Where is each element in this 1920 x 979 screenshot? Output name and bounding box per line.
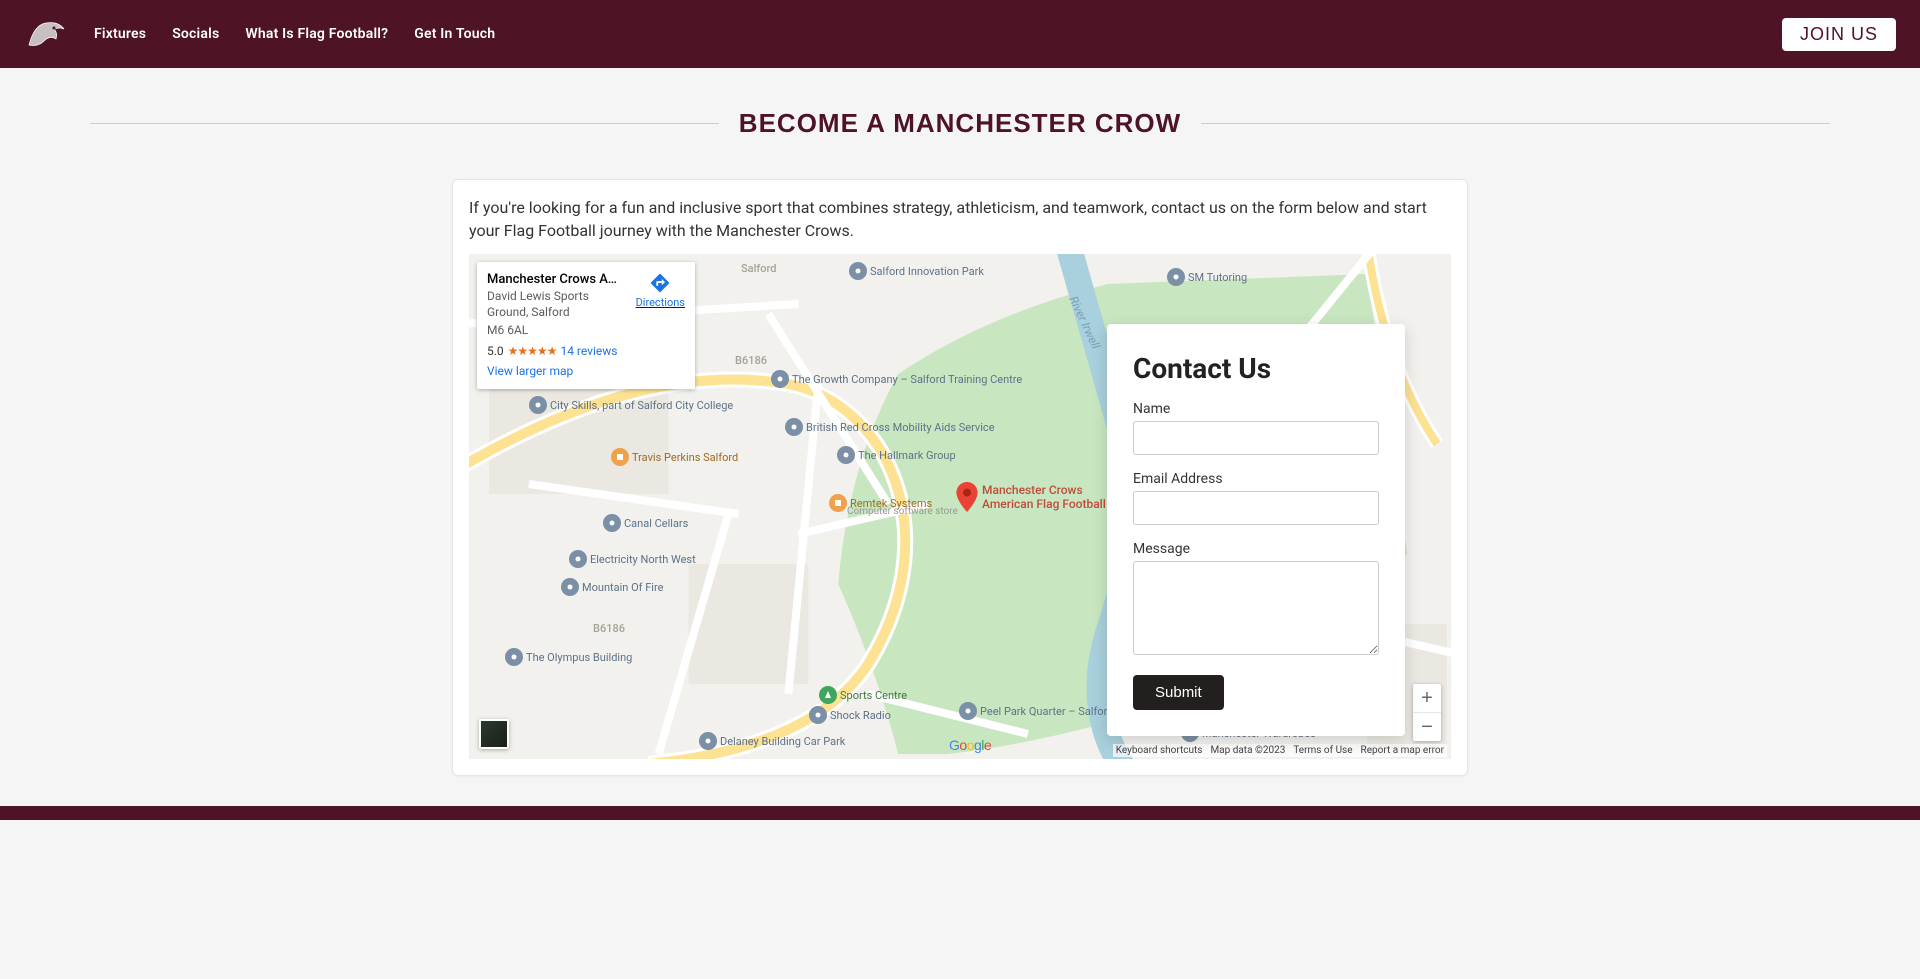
map-marker[interactable]: Manchester Crows American Flag Football xyxy=(956,482,1106,512)
map-rating: 5.0 ★★★★★ 14 reviews xyxy=(487,344,685,358)
main-nav: Fixtures Socials What Is Flag Football? … xyxy=(94,26,495,42)
map-data-label: Map data ©2023 xyxy=(1210,745,1285,756)
header-left: Fixtures Socials What Is Flag Football? … xyxy=(24,15,495,53)
map[interactable]: River Irwell Salford Salford Innovation … xyxy=(469,254,1451,759)
report-map-error-link[interactable]: Report a map error xyxy=(1361,745,1444,756)
map-address-line2: M6 6AL xyxy=(487,323,628,339)
message-textarea[interactable] xyxy=(1133,561,1379,655)
nav-contact[interactable]: Get In Touch xyxy=(414,26,495,42)
submit-button[interactable]: Submit xyxy=(1133,675,1224,710)
nav-what-is[interactable]: What Is Flag Football? xyxy=(245,26,388,42)
directions-icon xyxy=(649,272,671,294)
terms-link[interactable]: Terms of Use xyxy=(1293,745,1352,756)
rating-value: 5.0 xyxy=(487,344,504,358)
name-input[interactable] xyxy=(1133,421,1379,455)
divider-right xyxy=(1201,123,1830,124)
message-label: Message xyxy=(1133,541,1379,557)
map-zoom-control: + − xyxy=(1413,684,1441,741)
map-toggle-satellite[interactable] xyxy=(479,719,509,749)
map-info-card: Manchester Crows American … David Lewis … xyxy=(477,262,695,389)
name-label: Name xyxy=(1133,401,1379,417)
content-wrap: If you're looking for a fun and inclusiv… xyxy=(0,149,1920,806)
section-title-row: BECOME A MANCHESTER CROW xyxy=(0,68,1920,149)
map-zoom-in-button[interactable]: + xyxy=(1413,684,1441,712)
footer-stripe xyxy=(0,806,1920,820)
nav-socials[interactable]: Socials xyxy=(172,26,219,42)
site-logo[interactable] xyxy=(24,15,66,53)
reviews-link[interactable]: 14 reviews xyxy=(560,344,617,358)
google-logo-icon: Google xyxy=(949,737,991,753)
directions-label: Directions xyxy=(636,296,685,309)
page-title: BECOME A MANCHESTER CROW xyxy=(739,108,1181,139)
directions-button[interactable]: Directions xyxy=(636,272,685,338)
view-larger-map-link[interactable]: View larger map xyxy=(487,364,573,378)
map-marker-label: Manchester Crows American Flag Football xyxy=(982,483,1106,511)
intro-text: If you're looking for a fun and inclusiv… xyxy=(469,196,1451,242)
map-info-title: Manchester Crows American … xyxy=(487,272,628,287)
map-pin-icon xyxy=(956,482,978,512)
email-input[interactable] xyxy=(1133,491,1379,525)
content-card: If you're looking for a fun and inclusiv… xyxy=(452,179,1468,776)
map-zoom-out-button[interactable]: − xyxy=(1413,713,1441,741)
keyboard-shortcuts-link[interactable]: Keyboard shortcuts xyxy=(1116,745,1203,756)
join-us-button[interactable]: JOIN US xyxy=(1782,18,1896,51)
email-label: Email Address xyxy=(1133,471,1379,487)
rating-stars-icon: ★★★★★ xyxy=(508,344,557,358)
map-attribution: Keyboard shortcuts Map data ©2023 Terms … xyxy=(1113,744,1447,757)
nav-fixtures[interactable]: Fixtures xyxy=(94,26,146,42)
divider-left xyxy=(90,123,719,124)
map-address-line1: David Lewis Sports Ground, Salford xyxy=(487,289,628,320)
crow-logo-icon xyxy=(24,15,66,53)
contact-title: Contact Us xyxy=(1133,352,1379,385)
contact-form-card: Contact Us Name Email Address Message Su… xyxy=(1107,324,1405,736)
site-header: Fixtures Socials What Is Flag Football? … xyxy=(0,0,1920,68)
